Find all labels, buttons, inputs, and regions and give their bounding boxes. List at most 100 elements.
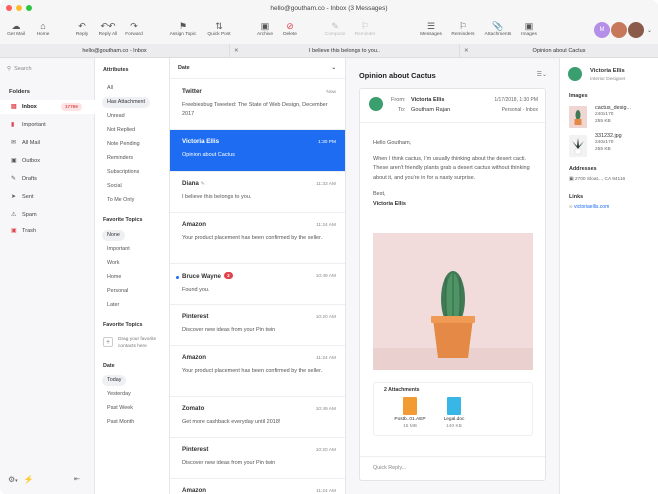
date-yesterday[interactable]: Yesterday xyxy=(102,389,136,400)
contact-panel: Victoria Ellis Interior Designer Images … xyxy=(560,58,658,494)
list-item[interactable]: Amazon 11:24 AM Your product placement ha… xyxy=(170,346,345,397)
avatar[interactable] xyxy=(610,22,627,38)
image-thumbnail[interactable] xyxy=(569,135,587,157)
pencil-icon: ✎ xyxy=(11,176,17,182)
recipient-name[interactable]: Goutham Rajan xyxy=(411,107,450,113)
sidebar-item-drafts[interactable]: ✎ Drafts xyxy=(0,172,95,186)
favorite-contacts-heading: Favorite Topics xyxy=(103,322,143,328)
trash-icon: ▣ xyxy=(11,228,17,234)
filter-not-replied[interactable]: Not Replied xyxy=(102,125,140,136)
image-thumbnail[interactable] xyxy=(569,106,587,128)
filter-to-me-only[interactable]: To Me Only xyxy=(102,195,139,206)
favorite-contacts-dropzone[interactable]: + Drag your favorite contacts here xyxy=(103,336,163,350)
filter-note-pending[interactable]: Note Pending xyxy=(102,139,145,150)
reading-pane: Opinion about Cactus ☰⌄ From: Victoria E… xyxy=(346,58,560,494)
avatar[interactable] xyxy=(369,97,383,111)
tab-inbox[interactable]: hello@goutham.co - Inbox xyxy=(0,44,230,58)
list-item[interactable]: Amazon 11:24 AM xyxy=(170,479,345,494)
assign-topic-button[interactable]: ⚑ Assign Topic xyxy=(163,20,203,37)
list-item[interactable]: Pinterest 10:20 AM Discover new ideas fro… xyxy=(170,438,345,479)
folders-heading: Folders xyxy=(9,89,30,95)
filter-unread[interactable]: Unread xyxy=(102,111,130,122)
lightning-icon[interactable]: ⚡ xyxy=(24,475,34,484)
tab-cactus[interactable]: ✕ Opinion about Cactus xyxy=(460,44,658,58)
attachment-doc[interactable]: Legal.doc 140 KB xyxy=(434,397,474,429)
doc-file-icon xyxy=(447,397,461,415)
sidebar-item-spam[interactable]: ⚠ Spam xyxy=(0,208,95,222)
thread-count-badge: 3 xyxy=(223,272,233,279)
list-item[interactable]: Diana ✎ 11:33 AM I believe this belongs t… xyxy=(170,172,345,213)
sidebar-item-all-mail[interactable]: ✉ All Mail xyxy=(0,136,95,150)
list-item[interactable]: Zomato 10:49 AM Get more cashback everyda… xyxy=(170,397,345,438)
sidebar-item-trash[interactable]: ▣ Trash xyxy=(0,224,95,238)
favorite-topics-heading: Favorite Topics xyxy=(103,217,143,223)
avatar[interactable]: M xyxy=(593,22,610,38)
forward-button[interactable]: ↷ Forward xyxy=(114,20,154,37)
chevron-down-icon[interactable]: ⌄ xyxy=(647,27,652,34)
draft-icon: ✎ xyxy=(200,181,205,187)
logout-icon[interactable]: ⇤ xyxy=(74,475,80,483)
reminder-button[interactable]: ⚐ Reminder xyxy=(345,20,385,37)
close-icon[interactable]: ✕ xyxy=(234,44,239,58)
date-past-week[interactable]: Past Week xyxy=(102,403,138,414)
topic-later[interactable]: Later xyxy=(102,300,124,311)
account-avatars: M ⌄ xyxy=(593,22,652,38)
tag-icon: ⚑ xyxy=(178,21,188,31)
chevron-down-icon[interactable]: ⌄ xyxy=(331,58,336,79)
outbox-icon: ▣ xyxy=(11,158,17,164)
quick-reply-input[interactable]: Quick Reply... xyxy=(360,456,545,480)
sidebar-item-important[interactable]: ▮ Important xyxy=(0,118,95,132)
cactus-image[interactable] xyxy=(373,233,533,370)
forward-icon: ↷ xyxy=(130,21,138,31)
unread-badge: 17769 xyxy=(61,103,82,111)
sort-header[interactable]: Date ⌄ xyxy=(170,58,345,79)
list-item[interactable]: Twitter Now Freebiesbug Tweeted: The Stat… xyxy=(170,80,345,130)
search-input[interactable]: ⚲ Search xyxy=(7,66,32,72)
topic-personal[interactable]: Personal xyxy=(102,286,133,297)
delete-button[interactable]: ⊘ Delete xyxy=(270,20,310,37)
attachments-heading: 2 Attachments xyxy=(384,387,420,393)
close-icon[interactable]: ✕ xyxy=(464,44,469,58)
window-controls xyxy=(6,5,32,11)
sidebar-item-outbox[interactable]: ▣ Outbox xyxy=(0,154,95,168)
menu-icon[interactable]: ☰⌄ xyxy=(537,71,547,78)
filter-subscriptions[interactable]: Subscriptions xyxy=(102,167,144,178)
minimize-window-button[interactable] xyxy=(16,5,22,11)
sidebar-item-inbox[interactable]: ▤ Inbox 17769 xyxy=(0,100,95,114)
title-bar: hello@goutham.co - Inbox (3 Messages) xyxy=(0,0,658,17)
topic-none[interactable]: None xyxy=(102,230,125,241)
quick-post-button[interactable]: ⇅ Quick Post xyxy=(199,20,239,37)
plus-icon[interactable]: + xyxy=(103,337,113,347)
filter-has-attachment[interactable]: Has Attachment xyxy=(102,97,151,108)
topic-important[interactable]: Important xyxy=(102,244,135,255)
pin-icon: ⇅ xyxy=(215,21,223,31)
contact-link[interactable]: ∞ victoriaellis.com xyxy=(569,204,609,210)
filter-reminders[interactable]: Reminders xyxy=(102,153,138,164)
date-today[interactable]: Today xyxy=(102,375,127,386)
bell-icon: ⚐ xyxy=(458,21,468,31)
tab-belongs[interactable]: ✕ I believe this belongs to you.. xyxy=(230,44,460,58)
message-date: 1/17/2018, 1:30 PM xyxy=(494,97,538,103)
sidebar-item-sent[interactable]: ➤ Sent xyxy=(0,190,95,204)
zoom-window-button[interactable] xyxy=(26,5,32,11)
sidebar: ⚲ Search Folders ▤ Inbox 17769 ▮ Important … xyxy=(0,58,95,494)
list-item[interactable]: Pinterest 10:20 AM Discover new ideas fro… xyxy=(170,305,345,346)
topic-work[interactable]: Work xyxy=(102,258,124,269)
filter-social[interactable]: Social xyxy=(102,181,127,192)
date-past-month[interactable]: Past Month xyxy=(102,417,139,428)
contact-address[interactable]: ▣ 2700 Sloat..., CA 94116 xyxy=(569,177,625,182)
sender-name[interactable]: Victoria Ellis xyxy=(411,97,444,103)
reminders-button[interactable]: ⚐ Reminders xyxy=(443,20,483,37)
list-item[interactable]: Amazon 11:24 AM Your product placement ha… xyxy=(170,213,345,264)
attachment-ae[interactable]: Postb..01.AEP 15 MB xyxy=(390,397,430,429)
home-button[interactable]: ⌂ Home xyxy=(23,20,63,37)
app-window: hello@goutham.co - Inbox (3 Messages) ☁ G… xyxy=(0,0,658,494)
images-button[interactable]: ▣ Images xyxy=(509,20,549,37)
topic-home[interactable]: Home xyxy=(102,272,126,283)
filter-all[interactable]: All xyxy=(102,83,118,94)
avatar[interactable] xyxy=(568,67,582,81)
list-item-selected[interactable]: Victoria Ellis 1:30 PM Opinion about Cact… xyxy=(170,130,345,172)
close-window-button[interactable] xyxy=(6,5,12,11)
avatar[interactable] xyxy=(627,22,644,38)
list-item[interactable]: Bruce Wayne 3 10:49 AM Found you. xyxy=(170,264,345,305)
